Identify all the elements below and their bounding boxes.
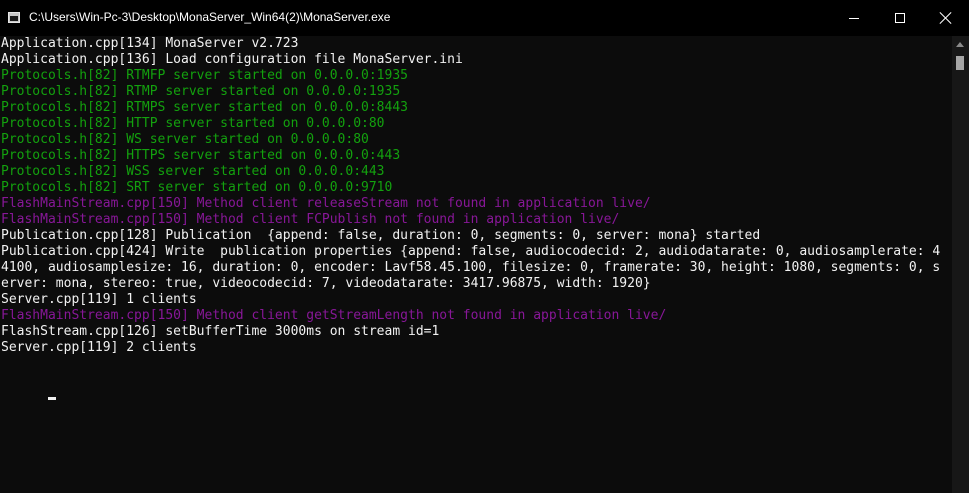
window-title: C:\Users\Win-Pc-3\Desktop\MonaServer_Win… xyxy=(29,10,391,24)
console-line: Server.cpp[119] 2 clients xyxy=(1,340,197,355)
minimize-button[interactable] xyxy=(831,0,877,36)
console-line: Protocols.h[82] RTMFP server started on … xyxy=(1,68,408,83)
console-line: Publication.cpp[424] Write publication p… xyxy=(1,244,941,259)
console-line: Protocols.h[82] HTTP server started on 0… xyxy=(1,116,385,131)
console-line: FlashMainStream.cpp[150] Method client g… xyxy=(1,308,667,323)
scroll-up-arrow-icon[interactable] xyxy=(956,42,964,47)
text-cursor xyxy=(47,397,56,400)
console-line: Publication.cpp[128] Publication {append… xyxy=(1,228,761,243)
console-line: Application.cpp[134] MonaServer v2.723 xyxy=(1,36,299,51)
console-line: Protocols.h[82] WS server started on 0.0… xyxy=(1,132,369,147)
close-button[interactable] xyxy=(923,0,969,36)
title-bar[interactable]: C:\Users\Win-Pc-3\Desktop\MonaServer_Win… xyxy=(0,0,969,36)
console-line: Server.cpp[119] 1 clients xyxy=(1,292,197,307)
console-empty-line xyxy=(0,356,952,372)
scrollbar-thumb[interactable] xyxy=(956,56,964,70)
console-line: Protocols.h[82] RTMPS server started on … xyxy=(1,100,408,115)
console-line: FlashMainStream.cpp[150] Method client F… xyxy=(1,212,620,227)
console-line: erver: mona, stereo: true, videocodecid:… xyxy=(1,276,651,291)
console-line: Protocols.h[82] RTMP server started on 0… xyxy=(1,84,401,99)
console-line: FlashMainStream.cpp[150] Method client r… xyxy=(1,196,651,211)
vertical-scrollbar[interactable] xyxy=(952,36,969,493)
console-line: Protocols.h[82] WSS server started on 0.… xyxy=(1,164,385,179)
console-prompt-line[interactable] xyxy=(0,372,952,400)
console-line: Application.cpp[136] Load configuration … xyxy=(1,52,463,67)
console-app-icon[interactable] xyxy=(8,12,20,23)
console-output[interactable]: Application.cpp[134] MonaServer v2.723 A… xyxy=(0,36,952,493)
window-controls xyxy=(831,0,969,36)
console-line: Protocols.h[82] SRT server started on 0.… xyxy=(1,180,393,195)
console-line: 4100, audiosamplesize: 16, duration: 0, … xyxy=(1,260,941,275)
console-line: FlashStream.cpp[126] setBufferTime 3000m… xyxy=(1,324,440,339)
maximize-button[interactable] xyxy=(877,0,923,36)
console-line: Protocols.h[82] HTTPS server started on … xyxy=(1,148,401,163)
maximize-icon xyxy=(895,13,905,23)
console-window: C:\Users\Win-Pc-3\Desktop\MonaServer_Win… xyxy=(0,0,969,493)
close-icon xyxy=(940,12,952,24)
minimize-icon xyxy=(849,18,859,19)
